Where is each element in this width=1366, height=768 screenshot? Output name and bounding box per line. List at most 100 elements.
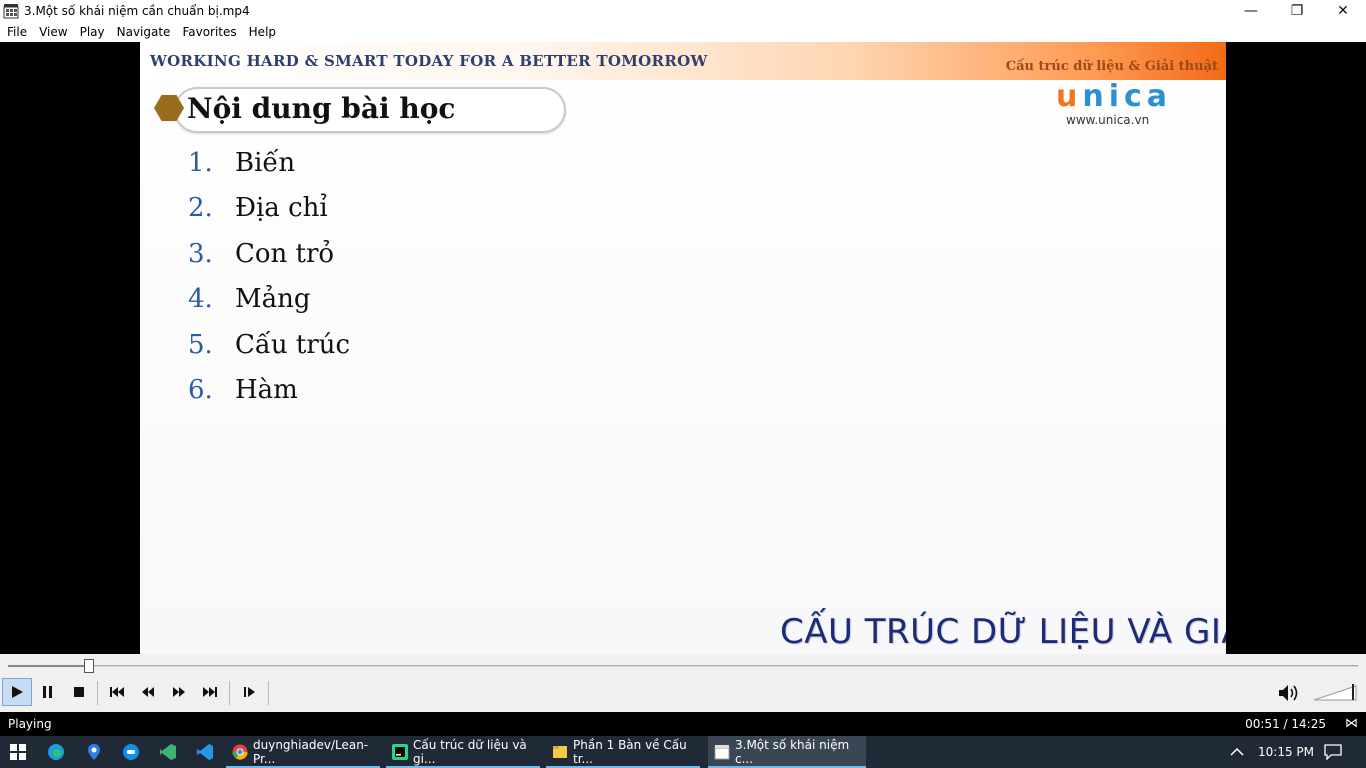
- notification-icon: [1324, 744, 1342, 760]
- zalo-icon: [123, 744, 139, 760]
- stop-icon: [74, 687, 84, 697]
- menu-play[interactable]: Play: [74, 25, 111, 39]
- controls-separator: [97, 681, 98, 705]
- seek-thumb[interactable]: [84, 659, 94, 673]
- chrome-icon: [232, 744, 248, 760]
- topic-label: Địa chỉ: [235, 193, 328, 224]
- task-label: Phần 1 Bàn về Cấu tr...: [573, 738, 687, 766]
- taskbar-clock[interactable]: 10:15 PM: [1258, 736, 1314, 768]
- topic-label: Hàm: [235, 375, 298, 406]
- video-frame-slide: WORKING HARD & SMART TODAY FOR A BETTER …: [140, 42, 1226, 654]
- controls-separator: [268, 681, 269, 705]
- windows-logo-icon: [10, 744, 26, 760]
- fast-forward-button[interactable]: [164, 678, 194, 706]
- topic-number: 5.: [188, 329, 213, 360]
- play-icon: [12, 686, 23, 698]
- status-bar: Playing 00:51 / 14:25 ⋈: [0, 712, 1366, 736]
- start-button[interactable]: [0, 736, 36, 768]
- unica-logo-rest: nica: [1082, 79, 1173, 114]
- taskbar-task-chrome[interactable]: duynghiadev/Lean-Pr...: [226, 736, 380, 768]
- slide-course-title: Cấu trúc dữ liệu & Giải thuật: [1005, 59, 1218, 74]
- unica-logo: unica: [1056, 80, 1172, 114]
- slide-header-band: WORKING HARD & SMART TODAY FOR A BETTER …: [140, 42, 1226, 80]
- ide-icon: [392, 744, 408, 760]
- task-label: duynghiadev/Lean-Pr...: [253, 738, 369, 766]
- mpc-app-icon: [3, 3, 19, 19]
- previous-button[interactable]: [102, 678, 132, 706]
- volume-slider[interactable]: [1312, 682, 1360, 702]
- topic-label: Cấu trúc: [235, 329, 351, 360]
- close-button[interactable]: ✕: [1320, 0, 1366, 22]
- task-label: Cấu trúc dữ liệu và gi...: [413, 738, 527, 766]
- media-player-icon: [714, 745, 730, 760]
- play-button[interactable]: [2, 678, 32, 706]
- frame-step-button[interactable]: [235, 678, 265, 706]
- seek-track[interactable]: [8, 665, 1358, 667]
- topic-item: 2. Địa chỉ: [188, 186, 350, 232]
- menu-navigate[interactable]: Navigate: [111, 25, 177, 39]
- topic-item: 6. Hàm: [188, 368, 350, 414]
- topic-label: Mảng: [235, 284, 311, 315]
- playback-controls: [0, 678, 1366, 712]
- topic-item: 1. Biến: [188, 140, 350, 186]
- section-title: Nội dung bài học: [187, 92, 456, 125]
- menu-favorites[interactable]: Favorites: [176, 25, 242, 39]
- topic-number: 3.: [188, 238, 213, 269]
- map-pin-icon: [88, 744, 100, 760]
- pause-button[interactable]: [33, 678, 63, 706]
- windows-taskbar: duynghiadev/Lean-Pr... Cấu trúc dữ liệu …: [0, 736, 1366, 768]
- mute-button[interactable]: [1276, 681, 1302, 705]
- video-area[interactable]: WORKING HARD & SMART TODAY FOR A BETTER …: [0, 42, 1366, 654]
- taskbar-zalo[interactable]: [113, 736, 149, 768]
- speaker-icon: [1279, 685, 1298, 701]
- show-hidden-icons-button[interactable]: [1230, 736, 1244, 768]
- window-controls: — ❐ ✕: [1228, 0, 1366, 22]
- resize-grip-icon: ⋈: [1345, 716, 1358, 731]
- topic-number: 6.: [188, 375, 213, 406]
- taskbar-maps[interactable]: [76, 736, 112, 768]
- topic-number: 4.: [188, 284, 213, 315]
- time-display: 00:51 / 14:25: [1245, 717, 1326, 731]
- menu-view[interactable]: View: [33, 25, 73, 39]
- menu-file[interactable]: File: [1, 25, 33, 39]
- skip-back-icon: [110, 687, 124, 697]
- topic-number: 1.: [188, 147, 213, 178]
- taskbar-vscode[interactable]: [187, 736, 223, 768]
- folder-icon: [553, 746, 567, 758]
- seek-progress: [8, 665, 89, 667]
- unica-url: www.unica.vn: [1066, 113, 1150, 127]
- rewind-button[interactable]: [133, 678, 163, 706]
- taskbar-visual-studio[interactable]: [150, 736, 186, 768]
- rewind-icon: [142, 687, 154, 697]
- taskbar-task-pycharm[interactable]: Cấu trúc dữ liệu và gi...: [386, 736, 540, 768]
- slide-tagline: WORKING HARD & SMART TODAY FOR A BETTER …: [150, 52, 708, 70]
- fast-forward-icon: [173, 687, 185, 697]
- menu-help[interactable]: Help: [243, 25, 282, 39]
- taskbar-edge[interactable]: [38, 736, 74, 768]
- pause-icon: [43, 686, 52, 698]
- slide-bottom-title: CẤU TRÚC DỮ LIỆU VÀ GIẢI: [780, 612, 1226, 652]
- next-button[interactable]: [195, 678, 225, 706]
- taskbar-task-explorer[interactable]: Phần 1 Bàn về Cấu tr...: [546, 736, 700, 768]
- controls-separator: [229, 681, 230, 705]
- visual-studio-icon: [160, 744, 176, 760]
- skip-forward-icon: [203, 687, 217, 697]
- action-center-button[interactable]: [1324, 736, 1342, 768]
- taskbar-task-player[interactable]: 3.Một số khái niệm c...: [708, 736, 866, 768]
- topic-number: 2.: [188, 193, 213, 224]
- topic-label: Biến: [235, 147, 296, 178]
- edge-icon: [48, 744, 64, 760]
- task-label: 3.Một số khái niệm c...: [735, 738, 850, 766]
- topic-item: 5. Cấu trúc: [188, 322, 350, 368]
- stop-button[interactable]: [64, 678, 94, 706]
- vscode-icon: [197, 744, 213, 760]
- topic-list: 1. Biến 2. Địa chỉ 3. Con trỏ 4. Mảng 5. Cấu …: [188, 140, 350, 413]
- window-title: 3.Một số khái niệm cần chuẩn bị.mp4: [24, 4, 250, 18]
- frame-step-icon: [244, 687, 255, 697]
- unica-logo-u: u: [1056, 79, 1083, 114]
- seek-bar[interactable]: [0, 654, 1366, 678]
- topic-item: 4. Mảng: [188, 277, 350, 323]
- menu-bar: File View Play Navigate Favorites Help: [0, 22, 1366, 42]
- restore-button[interactable]: ❐: [1274, 0, 1320, 22]
- minimize-button[interactable]: —: [1228, 0, 1274, 22]
